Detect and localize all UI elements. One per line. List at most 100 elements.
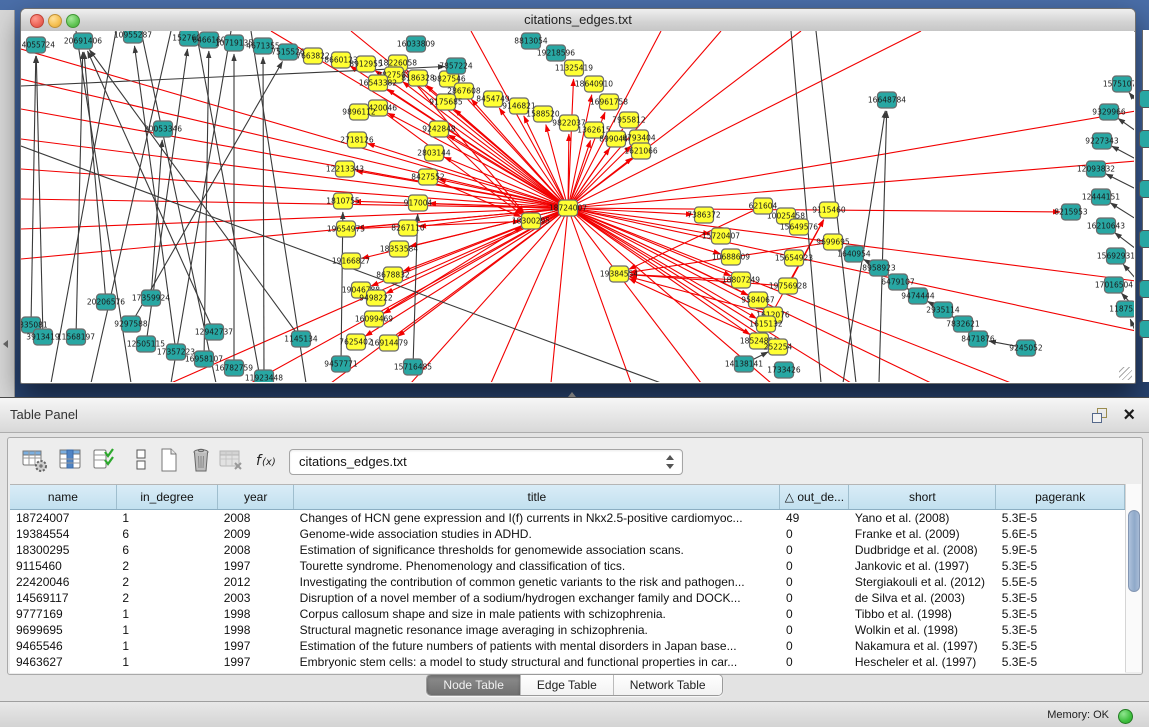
table-row[interactable]: 969969511998Structural magnetic resonanc… <box>10 622 1125 638</box>
table-cell[interactable]: 1 <box>116 654 217 670</box>
table-cell[interactable]: 5.6E-5 <box>996 526 1125 542</box>
graph-edge[interactable] <box>89 50 301 339</box>
table-row[interactable]: 1938455462009Genome-wide association stu… <box>10 526 1125 542</box>
table-cell[interactable]: 5.3E-5 <box>996 558 1125 574</box>
network-graph-canvas[interactable]: 1872400718300295193845548660123891295518… <box>21 31 1134 382</box>
table-cell[interactable]: 0 <box>780 526 849 542</box>
table-cell[interactable]: 1 <box>116 510 217 527</box>
table-cell[interactable]: 5.3E-5 <box>996 638 1125 654</box>
table-cell[interactable]: 14569117 <box>10 590 116 606</box>
table-cell[interactable]: 18300295 <box>10 542 116 558</box>
rows-icon[interactable] <box>128 447 156 473</box>
table-row[interactable]: 977716911998Corpus callosum shape and si… <box>10 606 1125 622</box>
network-window[interactable]: citations_edges.txt 18724007183002951938… <box>20 8 1136 384</box>
table-cell[interactable]: Structural magnetic resonance image aver… <box>294 622 780 638</box>
table-cell[interactable]: 19384554 <box>10 526 116 542</box>
graph-edge[interactable] <box>411 208 568 382</box>
table-cell[interactable]: 18724007 <box>10 510 116 527</box>
graph-edge[interactable] <box>879 111 887 382</box>
table-row[interactable]: 1872400712008Changes of HCN gene express… <box>10 510 1125 527</box>
table-cell[interactable]: 1 <box>116 622 217 638</box>
table-cell[interactable]: 9465546 <box>10 638 116 654</box>
table-cell[interactable]: 2012 <box>218 574 294 590</box>
graph-edge[interactable] <box>76 52 83 337</box>
table-cell[interactable]: Embryonic stem cells: a model to study s… <box>294 654 780 670</box>
graph-edge[interactable] <box>568 31 801 208</box>
table-panel-header[interactable]: Table Panel × <box>0 398 1149 433</box>
graph-edge[interactable] <box>1115 233 1134 249</box>
table-cell[interactable]: 0 <box>780 638 849 654</box>
table-cell[interactable]: 5.3E-5 <box>996 510 1125 527</box>
table-cell[interactable]: 9115460 <box>10 558 116 574</box>
graph-edge[interactable] <box>568 208 1134 281</box>
graph-edge[interactable] <box>568 208 750 335</box>
graph-edge[interactable] <box>21 49 568 208</box>
column-header[interactable]: pagerank <box>996 485 1125 510</box>
table-cell[interactable]: 5.3E-5 <box>996 590 1125 606</box>
new-column-icon[interactable] <box>156 447 184 473</box>
table-row[interactable]: 946554611997Estimation of the future num… <box>10 638 1125 654</box>
table-cell[interactable]: Tibbo et al. (1998) <box>849 606 996 622</box>
table-settings-icon[interactable] <box>22 447 50 473</box>
table-cell[interactable]: 2 <box>116 590 217 606</box>
close-panel-icon[interactable]: × <box>1123 402 1135 428</box>
table-cell[interactable]: 0 <box>780 574 849 590</box>
graph-edge[interactable] <box>251 31 306 382</box>
table-cell[interactable]: 6 <box>116 526 217 542</box>
table-cell[interactable]: 49 <box>780 510 849 527</box>
table-cell[interactable]: Changes of HCN gene expression and I(f) … <box>294 510 780 527</box>
graph-edge[interactable] <box>1129 92 1134 101</box>
graph-edge[interactable] <box>263 57 264 378</box>
table-cell[interactable]: Wolkin et al. (1998) <box>849 622 996 638</box>
window-resize-grip[interactable] <box>1119 367 1132 380</box>
table-row[interactable]: 911546021997Tourette syndrome. Phenomeno… <box>10 558 1125 574</box>
table-cell[interactable]: 5.3E-5 <box>996 622 1125 638</box>
table-cell[interactable]: 1 <box>116 638 217 654</box>
network-window-titlebar[interactable]: citations_edges.txt <box>21 9 1135 32</box>
table-cell[interactable]: Jankovic et al. (1997) <box>849 558 996 574</box>
close-window-button[interactable] <box>30 14 44 28</box>
table-cell[interactable]: 9463627 <box>10 654 116 670</box>
table-cell[interactable]: 22420046 <box>10 574 116 590</box>
table-cell[interactable]: 9777169 <box>10 606 116 622</box>
background-window-sliver[interactable] <box>1142 30 1149 382</box>
collapsed-side-panel[interactable] <box>0 10 15 397</box>
tab-edge-table[interactable]: Edge Table <box>520 675 613 695</box>
column-header[interactable]: in_degree <box>116 485 217 510</box>
table-cell[interactable]: Yano et al. (2008) <box>849 510 996 527</box>
graph-edge[interactable] <box>454 109 568 208</box>
column-header[interactable]: short <box>849 485 996 510</box>
column-header[interactable]: year <box>218 485 294 510</box>
minimize-window-button[interactable] <box>48 14 62 28</box>
graph-edge[interactable] <box>568 111 1134 208</box>
table-cell[interactable]: Corpus callosum shape and size in male p… <box>294 606 780 622</box>
table-cell[interactable]: 5.3E-5 <box>996 654 1125 670</box>
graph-edge[interactable] <box>131 62 283 324</box>
table-cell[interactable]: 2 <box>116 558 217 574</box>
column-header[interactable]: △ out_de... <box>780 485 849 510</box>
graph-edge[interactable] <box>36 56 43 337</box>
table-cell[interactable]: Investigating the contribution of common… <box>294 574 780 590</box>
table-cell[interactable]: 5.3E-5 <box>996 606 1125 622</box>
graph-edge[interactable] <box>346 221 520 229</box>
table-cell[interactable]: 2 <box>116 574 217 590</box>
table-row[interactable]: 946362711997Embryonic stem cells: a mode… <box>10 654 1125 670</box>
table-scrollbar[interactable] <box>1125 484 1141 672</box>
table-cell[interactable]: 5.9E-5 <box>996 542 1125 558</box>
graph-edge[interactable] <box>1110 203 1134 219</box>
graph-edge[interactable] <box>1112 146 1134 159</box>
table-cell[interactable]: 2003 <box>218 590 294 606</box>
graph-edge[interactable] <box>388 113 568 208</box>
graph-edge[interactable] <box>1106 174 1134 189</box>
splitter-grip-icon[interactable] <box>568 392 576 397</box>
table-cell[interactable]: 0 <box>780 542 849 558</box>
table-cell[interactable]: Hescheler et al. (1997) <box>849 654 996 670</box>
zoom-window-button[interactable] <box>66 14 80 28</box>
table-cell[interactable]: 2008 <box>218 542 294 558</box>
function-builder-icon[interactable]: f(x) <box>254 447 282 473</box>
delete-column-icon[interactable] <box>188 447 216 473</box>
graph-edge[interactable] <box>151 140 162 298</box>
table-cell[interactable]: Franke et al. (2009) <box>849 526 996 542</box>
graph-edge[interactable] <box>413 214 418 367</box>
graph-edge[interactable] <box>551 208 568 382</box>
